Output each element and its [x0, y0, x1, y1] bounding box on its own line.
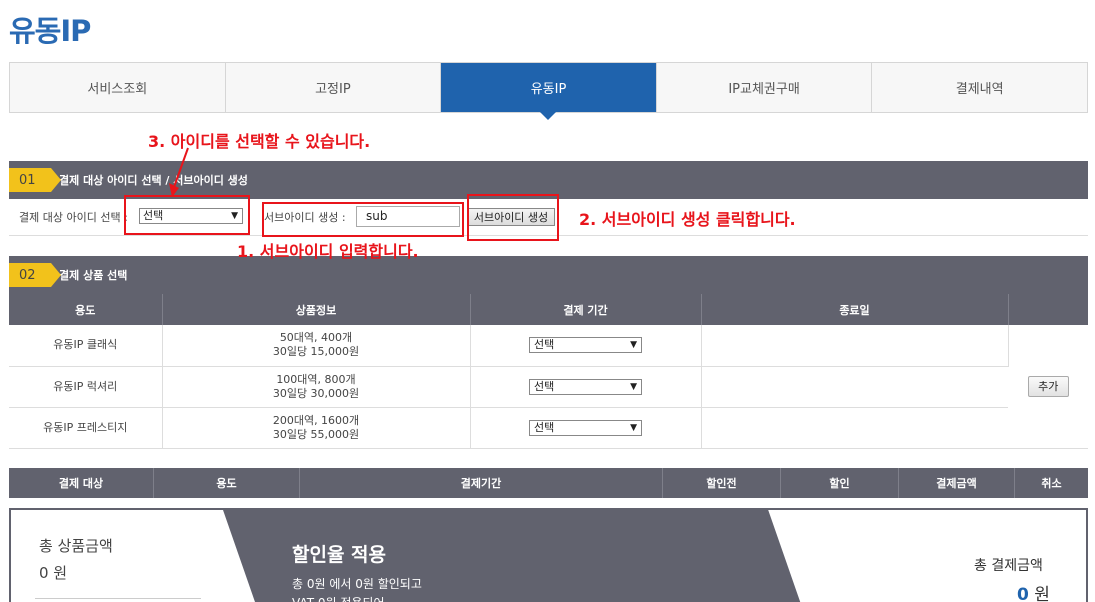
- annotation-step2: 2. 서브아이디 생성 클릭합니다.: [579, 210, 796, 229]
- annotation-arrow-icon: [169, 147, 189, 197]
- column-header: 결제 대상: [9, 468, 154, 498]
- tab-payment-history[interactable]: 결제내역: [872, 63, 1087, 112]
- dropdown-arrow-icon: ▼: [630, 340, 637, 351]
- total-product-value: 0 원: [39, 564, 68, 582]
- annotation-box-input: [262, 202, 464, 237]
- discount-line: 총 0원 에서 0원 할인되고: [292, 577, 422, 591]
- product-info: 200대역, 1600개 30일당 55,000원: [162, 407, 471, 449]
- column-header: [1008, 294, 1088, 325]
- final-amount-label: 총 결제금액: [974, 558, 1043, 574]
- annotation-step1: 1. 서브아이디 입력합니다.: [237, 242, 419, 261]
- tab-ip-ticket-purchase[interactable]: IP교체권구매: [657, 63, 873, 112]
- tab-dynamic-ip[interactable]: 유동IP: [441, 63, 657, 120]
- end-date-cell: [701, 366, 1008, 408]
- period-cell: 선택 ▼: [470, 366, 702, 408]
- period-select[interactable]: 선택 ▼: [529, 337, 642, 354]
- end-date-cell: [701, 407, 1008, 449]
- table-row: 유동IP 클래식 50대역, 400개 30일당 15,000원 선택 ▼ 추가: [9, 325, 1088, 449]
- table-row: 유동IP 럭셔리 100대역, 800개 30일당 30,000원 선택 ▼: [9, 366, 1088, 408]
- table-header-row: 용도 상품정보 결제 기간 종료일: [9, 294, 1088, 325]
- discount-title: 할인율 적용: [292, 544, 387, 566]
- section2-title: 결제 상품 선택: [59, 269, 128, 282]
- payment-summary: 총 상품금액 0 원 할인율 적용 총 0원 에서 0원 할인되고 VAT 0원…: [9, 508, 1088, 602]
- column-header: 결제기간: [300, 468, 663, 498]
- page-title: 유동IP: [9, 14, 91, 48]
- step-badge: 01: [9, 168, 61, 192]
- period-select[interactable]: 선택 ▼: [529, 419, 642, 436]
- column-header: 결제금액: [899, 468, 1015, 498]
- target-id-label: 결제 대상 아이디 선택 :: [19, 211, 128, 224]
- add-cell: 추가: [1008, 325, 1088, 449]
- period-cell: 선택 ▼: [470, 325, 702, 367]
- end-date-cell: [701, 325, 1009, 367]
- payment-table-header: 결제 대상 용도 결제기간 할인전 할인 결제금액 취소: [9, 468, 1088, 498]
- dropdown-arrow-icon: ▼: [630, 422, 637, 433]
- table-row: 유동IP 프레스티지 200대역, 1600개 30일당 55,000원 선택 ▼: [9, 407, 1088, 449]
- column-header: 취소: [1041, 477, 1062, 490]
- product-name: 유동IP 프레스티지: [9, 407, 163, 449]
- column-header: 상품정보: [162, 294, 471, 325]
- annotation-box-button: [467, 194, 559, 241]
- annotation-box-select: [124, 195, 250, 235]
- add-button[interactable]: 추가: [1027, 375, 1069, 397]
- product-name: 유동IP 클래식: [9, 325, 163, 367]
- product-name: 유동IP 럭셔리: [9, 366, 163, 408]
- section1-title: 결제 대상 아이디 선택 / 서브아이디 생성: [59, 174, 248, 187]
- step-badge: 02: [9, 263, 61, 287]
- dropdown-arrow-icon: ▼: [630, 381, 637, 392]
- column-header: 할인: [781, 468, 899, 498]
- period-select[interactable]: 선택 ▼: [529, 378, 642, 395]
- column-header: 할인전: [663, 468, 781, 498]
- discount-line: VAT 0원 적용되어: [292, 594, 385, 602]
- product-info: 50대역, 400개 30일당 15,000원: [162, 325, 471, 367]
- section2-header: 02 결제 상품 선택: [9, 256, 1088, 294]
- product-info: 100대역, 800개 30일당 30,000원: [162, 366, 471, 408]
- column-header: 종료일: [701, 294, 1009, 325]
- period-cell: 선택 ▼: [470, 407, 702, 449]
- column-header: 결제 기간: [470, 294, 702, 325]
- tab-service-inquiry[interactable]: 서비스조회: [10, 63, 226, 112]
- column-header: 용도: [9, 294, 163, 325]
- tab-static-ip[interactable]: 고정IP: [226, 63, 442, 112]
- total-product-label: 총 상품금액: [39, 537, 113, 555]
- divider: [35, 598, 201, 599]
- final-amount: 0 원: [1017, 580, 1050, 602]
- product-table: 용도 상품정보 결제 기간 종료일 유동IP 클래식 50대역, 400개 30일…: [9, 294, 1088, 449]
- tab-bar: 서비스조회 고정IP 유동IP IP교체권구매 결제내역: [9, 62, 1088, 120]
- column-header: 용도: [154, 468, 300, 498]
- final-amount-value: 0: [1017, 585, 1029, 602]
